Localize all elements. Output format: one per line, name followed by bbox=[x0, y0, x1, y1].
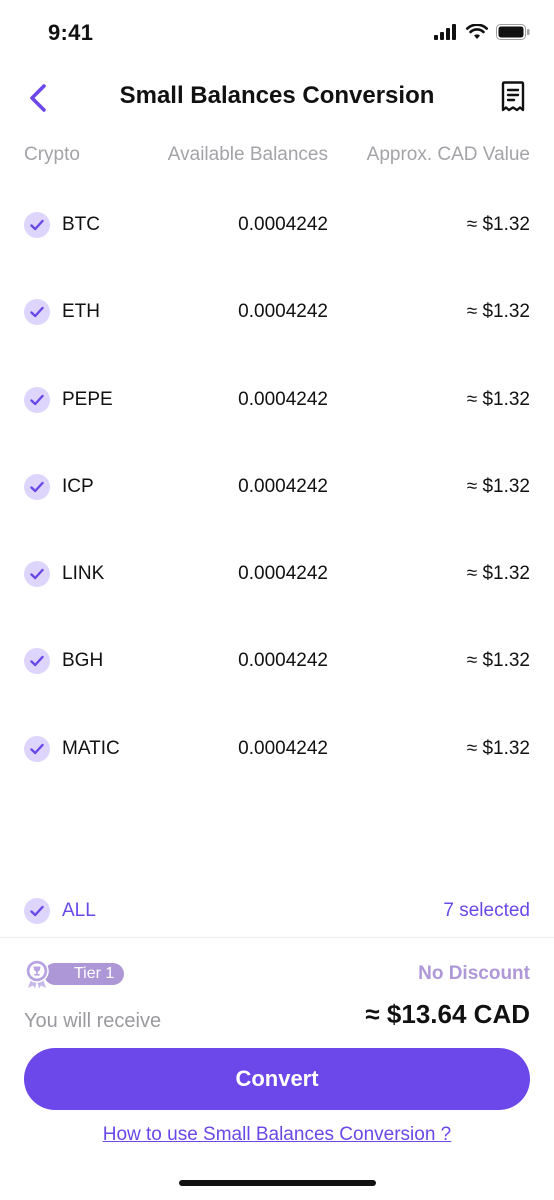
receipt-icon bbox=[501, 81, 525, 112]
select-all-label[interactable]: ALL bbox=[62, 900, 96, 922]
check-icon bbox=[30, 743, 44, 754]
crypto-symbol: ETH bbox=[62, 301, 100, 323]
balance-row[interactable]: LINK 0.0004242 ≈ $1.32 bbox=[24, 530, 530, 617]
battery-icon bbox=[496, 24, 530, 40]
receive-amount: ≈ $13.64 CAD bbox=[365, 999, 530, 1029]
nav-bar: Small Balances Conversion bbox=[0, 70, 554, 126]
selected-count: 7 selected bbox=[443, 900, 530, 921]
select-all-row[interactable]: ALL 7 selected bbox=[24, 897, 530, 925]
available-balance: 0.0004242 bbox=[238, 214, 328, 235]
balance-row[interactable]: ETH 0.0004242 ≈ $1.32 bbox=[24, 268, 530, 355]
status-icons bbox=[434, 24, 530, 40]
balance-row[interactable]: BTC 0.0004242 ≈ $1.32 bbox=[24, 181, 530, 268]
signal-icon bbox=[434, 24, 456, 40]
column-headers: Crypto Available Balances Approx. CAD Va… bbox=[24, 144, 530, 170]
check-icon bbox=[30, 568, 44, 580]
column-header-cad-value: Approx. CAD Value bbox=[366, 144, 530, 165]
wifi-icon bbox=[466, 24, 488, 39]
tier-label: Tier 1 bbox=[44, 963, 125, 985]
crypto-symbol: PEPE bbox=[62, 388, 113, 410]
crypto-symbol: ICP bbox=[62, 475, 94, 497]
cad-value: ≈ $1.32 bbox=[466, 214, 530, 235]
receive-label: You will receive bbox=[24, 1010, 162, 1032]
available-balance: 0.0004242 bbox=[238, 475, 328, 497]
tier-badge: Tier 1 bbox=[24, 959, 125, 989]
cad-value: ≈ $1.32 bbox=[466, 650, 530, 672]
crypto-symbol: BTC bbox=[62, 214, 100, 235]
check-icon bbox=[30, 307, 44, 318]
status-bar: 9:41 bbox=[0, 0, 554, 64]
row-checkbox[interactable] bbox=[24, 299, 50, 326]
balance-row[interactable]: ICP 0.0004242 ≈ $1.32 bbox=[24, 443, 530, 530]
balance-row[interactable]: BGH 0.0004242 ≈ $1.32 bbox=[24, 617, 530, 704]
cad-value: ≈ $1.32 bbox=[466, 301, 530, 323]
row-checkbox[interactable] bbox=[24, 648, 50, 675]
column-header-crypto: Crypto bbox=[24, 144, 80, 165]
check-icon bbox=[30, 656, 44, 667]
available-balance: 0.0004242 bbox=[238, 388, 328, 410]
history-button[interactable] bbox=[496, 78, 530, 116]
row-checkbox[interactable] bbox=[24, 212, 50, 238]
crypto-symbol: BGH bbox=[62, 650, 104, 672]
available-balance: 0.0004242 bbox=[238, 563, 328, 585]
available-balance: 0.0004242 bbox=[238, 650, 328, 672]
available-balance: 0.0004242 bbox=[238, 301, 328, 323]
select-all-checkbox[interactable] bbox=[24, 898, 50, 924]
crypto-symbol: MATIC bbox=[62, 737, 120, 759]
column-header-available: Available Balances bbox=[167, 144, 328, 165]
row-checkbox[interactable] bbox=[24, 561, 50, 588]
balance-row[interactable]: MATIC 0.0004242 ≈ $1.32 bbox=[24, 705, 530, 792]
balance-row[interactable]: PEPE 0.0004242 ≈ $1.32 bbox=[24, 356, 530, 443]
check-icon bbox=[30, 481, 44, 493]
discount-status: No Discount bbox=[418, 963, 530, 984]
home-indicator bbox=[179, 1180, 376, 1186]
check-icon bbox=[30, 394, 44, 405]
cad-value: ≈ $1.32 bbox=[466, 563, 530, 585]
cad-value: ≈ $1.32 bbox=[466, 737, 530, 759]
row-checkbox[interactable] bbox=[24, 386, 50, 413]
balance-list: BTC 0.0004242 ≈ $1.32 ETH 0.0004242 ≈ $1… bbox=[24, 181, 530, 792]
trophy-medal-icon bbox=[25, 959, 49, 989]
cad-value: ≈ $1.32 bbox=[466, 388, 530, 410]
status-time: 9:41 bbox=[48, 20, 94, 45]
divider bbox=[0, 937, 554, 938]
check-icon bbox=[30, 905, 44, 917]
cad-value: ≈ $1.32 bbox=[466, 475, 530, 497]
convert-button[interactable]: Convert bbox=[24, 1048, 530, 1110]
available-balance: 0.0004242 bbox=[238, 737, 328, 759]
help-link[interactable]: How to use Small Balances Conversion ? bbox=[0, 1124, 554, 1146]
check-icon bbox=[30, 219, 44, 231]
page-title: Small Balances Conversion bbox=[119, 82, 435, 109]
crypto-symbol: LINK bbox=[62, 563, 105, 585]
row-checkbox[interactable] bbox=[24, 735, 50, 762]
row-checkbox[interactable] bbox=[24, 473, 50, 500]
